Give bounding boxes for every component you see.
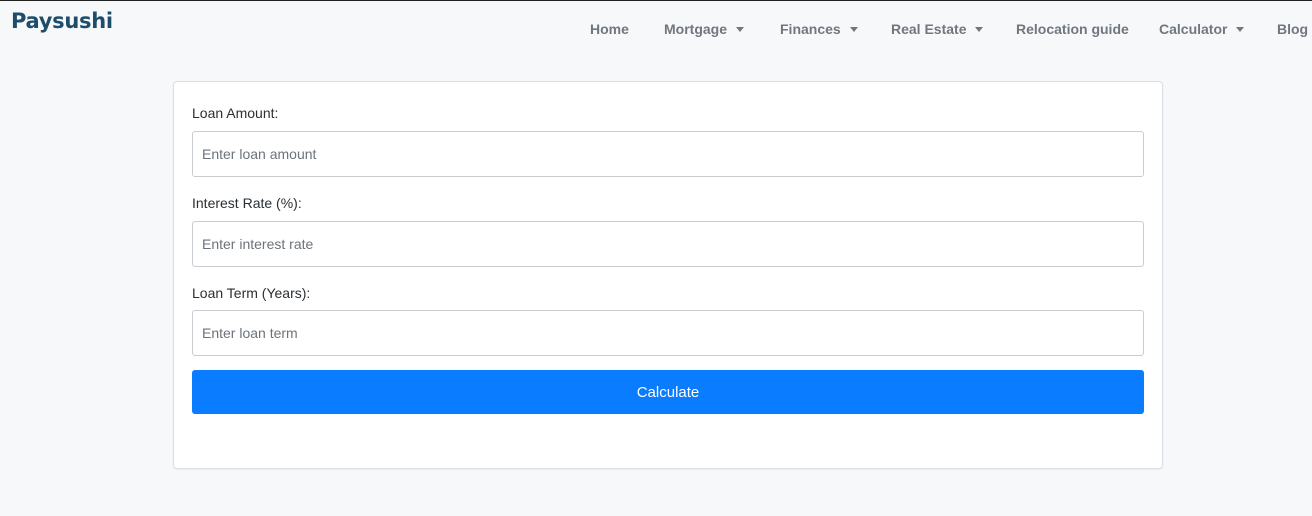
loan-calculator-card: Loan Amount: Interest Rate (%): Loan Ter… [173,81,1163,469]
nav-item-relocation-guide[interactable]: Relocation guide [1016,19,1129,39]
nav-item-label: Real Estate [891,21,967,37]
nav-item-mortgage[interactable]: Mortgage [664,19,744,39]
caret-down-icon [736,27,744,32]
interest-rate-input[interactable] [192,221,1144,267]
nav-item-label: Relocation guide [1016,21,1129,37]
loan-amount-input[interactable] [192,131,1144,177]
nav-item-calculator[interactable]: Calculator [1159,19,1245,39]
nav-item-label: Finances [780,21,841,37]
nav-item-label: Blog [1277,21,1309,37]
nav-item-label: Home [590,21,629,37]
interest-rate-label: Interest Rate (%): [192,195,302,211]
main-nav: Home Mortgage Finances Real Estate Reloc… [0,19,1312,39]
caret-down-icon [1236,27,1245,32]
nav-item-label: Mortgage [664,21,727,37]
nav-item-home[interactable]: Home [590,19,629,39]
nav-item-finances[interactable]: Finances [780,19,858,39]
caret-down-icon [849,27,858,32]
nav-item-blog[interactable]: Blog [1277,19,1308,39]
nav-item-label: Calculator [1159,21,1228,37]
loan-term-label: Loan Term (Years): [192,285,311,301]
loan-term-input[interactable] [192,310,1144,356]
site-header: Paysushi Home Mortgage Finances Real Est… [0,1,1312,57]
calculate-button[interactable]: Calculate [192,370,1144,414]
loan-amount-label: Loan Amount: [192,105,279,121]
nav-item-real-estate[interactable]: Real Estate [891,19,984,39]
caret-down-icon [975,27,984,32]
